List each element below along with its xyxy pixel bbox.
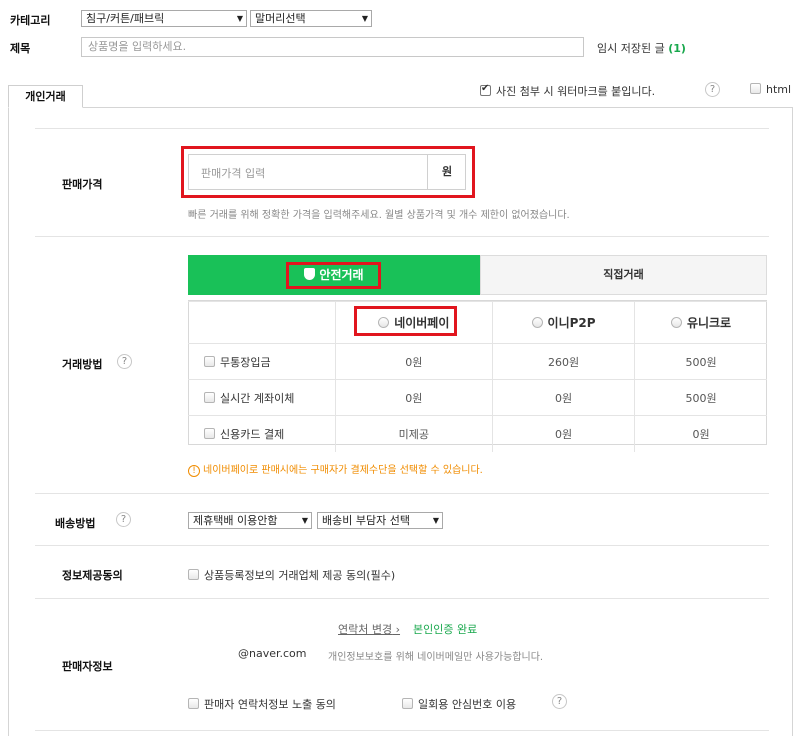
trade-method-label: 거래방법 bbox=[62, 358, 103, 371]
contact-consent-checkbox[interactable] bbox=[188, 698, 199, 709]
row-label-text: 실시간 계좌이체 bbox=[220, 391, 295, 405]
seller-info-label: 판매자정보 bbox=[62, 660, 113, 673]
price-highlight-box bbox=[181, 146, 475, 198]
table-cell: 500원 bbox=[634, 343, 767, 380]
tab-direct-trade-label: 직접거래 bbox=[603, 268, 644, 281]
temp-saved-link[interactable]: 임시 저장된 글 (1) bbox=[597, 40, 686, 56]
table-cell: 0원 bbox=[634, 415, 767, 452]
shipping-option-value: 제휴택배 이용안함 bbox=[193, 514, 278, 527]
price-hint: 빠른 거래를 위해 정확한 가격을 입력해주세요. 월별 상품가격 및 개수 제… bbox=[188, 210, 570, 221]
email-note: 개인정보보호를 위해 네이버메일만 사용가능합니다. bbox=[328, 652, 544, 663]
radio-inip2p[interactable] bbox=[531, 317, 543, 328]
row-label-text: 신용카드 결제 bbox=[220, 427, 285, 441]
row-checkbox[interactable] bbox=[204, 355, 215, 367]
category-label: 카테고리 bbox=[10, 14, 51, 27]
warning-icon: ! bbox=[188, 465, 200, 477]
tab-direct-trade[interactable]: 직접거래 bbox=[480, 255, 767, 295]
dropdown-arrow-icon: ▼ bbox=[432, 516, 439, 525]
watermark-label: 사진 첨부 시 워터마크를 붙입니다. bbox=[496, 85, 656, 98]
change-contact-text: 연락처 변경 bbox=[338, 623, 393, 636]
shipping-payer-value: 배송비 부담자 선택 bbox=[322, 514, 410, 527]
provider-label: 이니P2P bbox=[547, 316, 596, 330]
table-cell: 0원 bbox=[492, 379, 635, 416]
watermark-checkbox[interactable] bbox=[480, 83, 491, 96]
table-header-row: 네이버페이 이니P2P 유니크로 bbox=[188, 301, 767, 344]
row-checkbox[interactable] bbox=[204, 427, 215, 439]
table-row: 무통장입금 0원 260원 500원 bbox=[188, 343, 767, 380]
prefix-select[interactable]: 말머리선택 ▼ bbox=[250, 10, 372, 27]
provider-inip2p[interactable]: 이니P2P bbox=[492, 301, 635, 344]
row-label[interactable]: 신용카드 결제 bbox=[188, 415, 335, 452]
consent-checkbox[interactable] bbox=[188, 569, 199, 580]
prefix-select-value: 말머리선택 bbox=[255, 12, 306, 25]
divider bbox=[35, 545, 769, 546]
tab-label: 개인거래 bbox=[25, 90, 66, 103]
consent-option[interactable]: 상품등록정보의 거래업체 제공 동의(필수) bbox=[188, 567, 395, 583]
change-contact-link[interactable]: 연락처 변경 › bbox=[338, 621, 400, 637]
trade-notice: ! 네이버페이로 판매시에는 구매자가 결제수단을 선택할 수 있습니다. bbox=[188, 461, 483, 477]
html-checkbox[interactable] bbox=[750, 83, 761, 94]
table-cell: 0원 bbox=[492, 415, 635, 452]
radio-unicro[interactable] bbox=[670, 317, 682, 328]
row-label[interactable]: 무통장입금 bbox=[188, 343, 335, 380]
contact-consent-option[interactable]: 판매자 연락처정보 노출 동의 bbox=[188, 696, 336, 712]
trade-notice-text: 네이버페이로 판매시에는 구매자가 결제수단을 선택할 수 있습니다. bbox=[203, 465, 483, 476]
shipping-payer-select[interactable]: 배송비 부담자 선택 ▼ bbox=[317, 512, 443, 529]
dropdown-arrow-icon: ▼ bbox=[301, 516, 308, 525]
dropdown-arrow-icon: ▼ bbox=[236, 14, 243, 23]
table-cell: 500원 bbox=[634, 379, 767, 416]
temp-saved-text: 임시 저장된 글 bbox=[597, 42, 665, 55]
shipping-option-select[interactable]: 제휴택배 이용안함 ▼ bbox=[188, 512, 312, 529]
watermark-help-icon[interactable]: ? bbox=[705, 82, 720, 97]
verification-status: 본인인증 완료 bbox=[413, 623, 478, 636]
safe-number-help-icon[interactable]: ? bbox=[552, 694, 567, 709]
table-row: 신용카드 결제 미제공 0원 0원 bbox=[188, 415, 767, 452]
safe-number-text: 일회용 안심번호 이용 bbox=[418, 698, 517, 711]
html-label: html bbox=[766, 83, 792, 96]
contact-consent-text: 판매자 연락처정보 노출 동의 bbox=[204, 698, 336, 711]
title-input[interactable]: 상품명을 입력하세요. bbox=[81, 37, 584, 57]
price-label: 판매가격 bbox=[62, 178, 103, 191]
trade-method-help-icon[interactable]: ? bbox=[117, 354, 132, 369]
row-checkbox[interactable] bbox=[204, 391, 215, 403]
seller-email: @naver.com bbox=[238, 647, 307, 660]
divider bbox=[35, 236, 769, 237]
watermark-option[interactable]: 사진 첨부 시 워터마크를 붙입니다. bbox=[480, 83, 655, 99]
html-option[interactable]: html bbox=[750, 83, 791, 96]
naverpay-highlight-box bbox=[354, 306, 457, 336]
row-label-text: 무통장입금 bbox=[220, 355, 271, 369]
table-row: 실시간 계좌이체 0원 0원 500원 bbox=[188, 379, 767, 416]
divider bbox=[35, 128, 769, 129]
table-corner bbox=[188, 301, 335, 344]
divider bbox=[35, 730, 769, 731]
divider bbox=[35, 598, 769, 599]
table-cell: 0원 bbox=[334, 343, 493, 380]
shipping-label: 배송방법 bbox=[55, 517, 96, 530]
payment-table: 네이버페이 이니P2P 유니크로 무통장입금 0원 260원 500원 실시간 … bbox=[188, 301, 767, 452]
temp-saved-count: (1) bbox=[668, 42, 686, 55]
table-cell: 미제공 bbox=[334, 415, 493, 452]
provider-label: 유니크로 bbox=[686, 316, 732, 330]
divider bbox=[35, 493, 769, 494]
title-label: 제목 bbox=[10, 42, 31, 55]
table-cell: 260원 bbox=[492, 343, 635, 380]
safe-trade-highlight-box bbox=[286, 262, 381, 289]
safe-number-option[interactable]: 일회용 안심번호 이용 bbox=[402, 696, 516, 712]
category-select[interactable]: 침구/커튼/패브릭 ▼ bbox=[81, 10, 247, 27]
tab-personal-trade[interactable]: 개인거래 bbox=[8, 85, 83, 108]
shipping-help-icon[interactable]: ? bbox=[116, 512, 131, 527]
provider-unicro[interactable]: 유니크로 bbox=[634, 301, 767, 344]
dropdown-arrow-icon: ▼ bbox=[361, 14, 368, 23]
consent-text: 상품등록정보의 거래업체 제공 동의(필수) bbox=[204, 569, 396, 582]
consent-label: 정보제공동의 bbox=[62, 569, 123, 582]
safe-number-checkbox[interactable] bbox=[402, 698, 413, 709]
category-select-value: 침구/커튼/패브릭 bbox=[86, 12, 165, 25]
table-cell: 0원 bbox=[334, 379, 493, 416]
row-label[interactable]: 실시간 계좌이체 bbox=[188, 379, 335, 416]
